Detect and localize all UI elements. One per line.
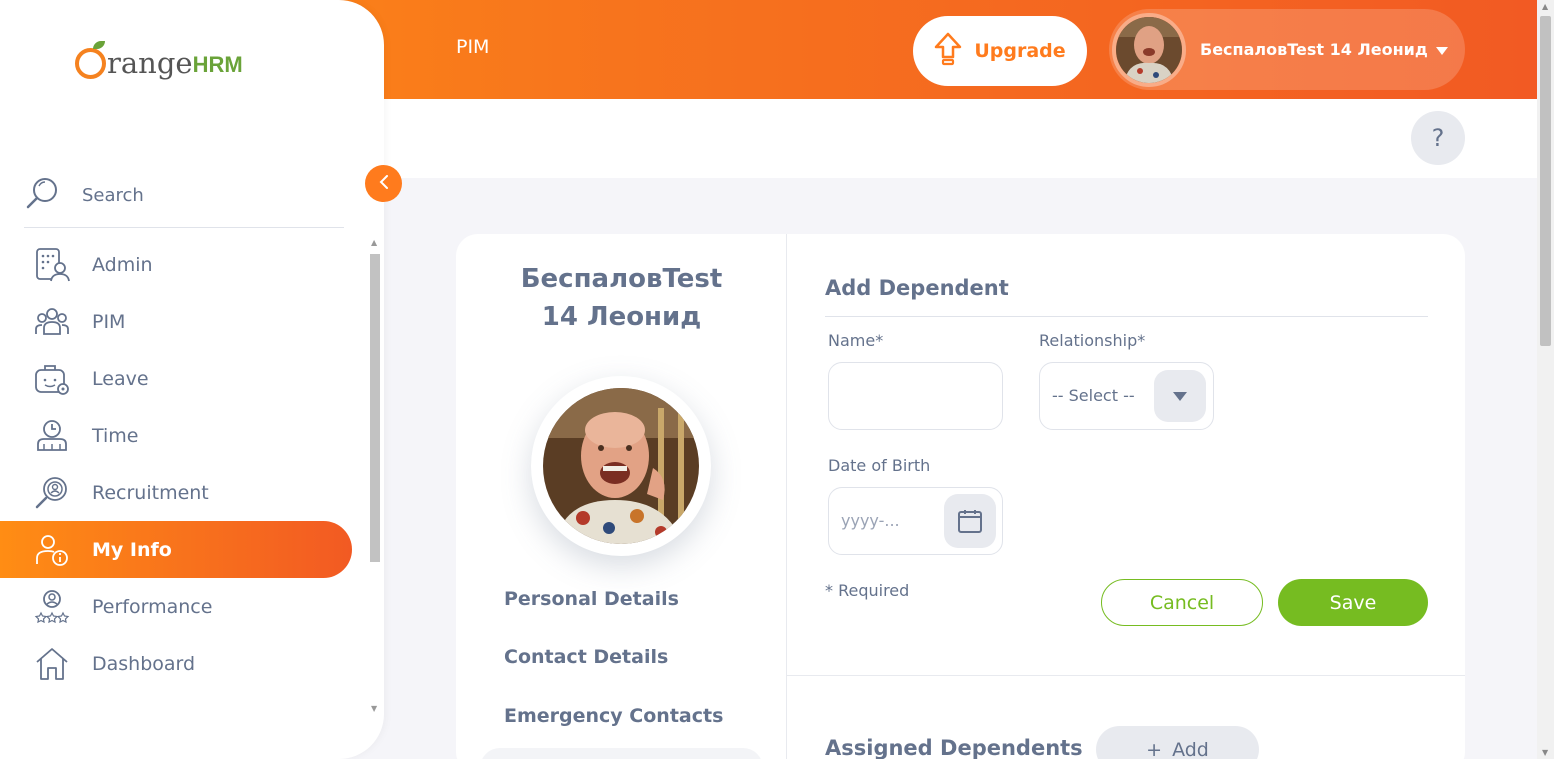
scroll-down-icon[interactable]: ▼ (1542, 748, 1548, 757)
search-label: Search (82, 185, 144, 206)
page-scroll-thumb[interactable] (1540, 16, 1551, 346)
chevron-down-icon (1435, 40, 1448, 59)
recruitment-icon (34, 475, 70, 511)
sidebar-item-label: Time (92, 424, 139, 447)
relationship-dropdown-button[interactable] (1154, 370, 1206, 422)
sidebar: range HRM Search Admin PIM Leave Time Re… (0, 0, 384, 759)
help-button[interactable]: ? (1411, 111, 1465, 165)
page-scrollbar[interactable]: ▲ ▼ (1537, 0, 1554, 759)
scroll-up-icon[interactable]: ▲ (371, 238, 377, 247)
sidebar-item-label: PIM (92, 310, 126, 333)
employee-photo-frame[interactable] (531, 376, 711, 556)
employee-profile-panel: БеспаловTest 14 Леонид Personal Details … (456, 234, 787, 759)
pim-icon (34, 304, 70, 340)
time-icon (34, 418, 70, 454)
required-note: * Required (825, 581, 910, 600)
upgrade-button[interactable]: Upgrade (913, 16, 1087, 86)
add-label: Add (1172, 738, 1209, 759)
employee-name-line2: 14 Леонид (541, 302, 702, 332)
dob-label: Date of Birth (828, 456, 931, 475)
sidebar-item-time[interactable]: Time (0, 407, 352, 464)
name-field[interactable] (828, 362, 1003, 430)
sidebar-item-label: Recruitment (92, 481, 209, 504)
tab-personal-details[interactable]: Personal Details (504, 588, 679, 610)
sidebar-item-leave[interactable]: Leave (0, 350, 352, 407)
sidebar-item-dashboard[interactable]: Dashboard (0, 635, 352, 692)
add-dependent-title: Add Dependent (825, 276, 1009, 300)
logo-wordmark: range (107, 46, 193, 80)
orangehrm-logo: range HRM (75, 41, 243, 80)
dashboard-icon (34, 646, 70, 682)
search-icon (24, 176, 60, 216)
calendar-button[interactable] (944, 494, 996, 548)
sidebar-item-pim[interactable]: PIM (0, 293, 352, 350)
module-title: PIM (456, 36, 490, 58)
caret-down-icon (1173, 391, 1187, 401)
sidebar-item-label: Performance (92, 595, 213, 618)
leave-icon (34, 361, 70, 397)
employee-name: БеспаловTest 14 Леонид (456, 260, 787, 336)
save-button[interactable]: Save (1278, 579, 1428, 626)
my-info-icon (34, 532, 70, 568)
logo-orange-o (75, 41, 106, 79)
employee-card: БеспаловTest 14 Леонид Personal Details … (456, 234, 1465, 759)
calendar-icon (958, 510, 982, 533)
user-dropdown[interactable]: БеспаловTest 14 Леонид (1109, 9, 1465, 90)
sidebar-collapse-button[interactable] (365, 165, 402, 202)
upgrade-label: Upgrade (974, 40, 1066, 62)
user-name: БеспаловTest 14 Леонид (1200, 40, 1428, 59)
relationship-label: Relationship* (1039, 331, 1146, 350)
sidebar-item-admin[interactable]: Admin (0, 236, 352, 293)
tab-contact-details[interactable]: Contact Details (504, 646, 668, 668)
relationship-select[interactable]: -- Select -- (1039, 362, 1214, 430)
section-divider (787, 675, 1465, 676)
section-divider (825, 316, 1428, 317)
sidebar-item-label: Leave (92, 367, 149, 390)
sidebar-item-performance[interactable]: Performance (0, 578, 352, 635)
scroll-down-icon[interactable]: ▼ (371, 704, 377, 713)
upgrade-arrow-icon (934, 32, 962, 70)
sidebar-item-label: Dashboard (92, 652, 196, 675)
name-label: Name* (828, 331, 884, 350)
performance-icon (34, 589, 70, 625)
employee-name-line1: БеспаловTest (520, 264, 723, 294)
sidebar-search[interactable]: Search (24, 164, 344, 228)
dependents-panel: Add Dependent Name* Relationship* -- Sel… (787, 234, 1465, 759)
sidebar-item-recruitment[interactable]: Recruitment (0, 464, 352, 521)
sidebar-item-label: Admin (92, 253, 153, 276)
dob-placeholder: yyyy-... (841, 511, 900, 530)
sidebar-scroll-thumb[interactable] (370, 254, 380, 562)
relationship-selected-value: -- Select -- (1052, 386, 1135, 405)
sidebar-item-label: My Info (92, 538, 172, 561)
logo-hrm: HRM (192, 52, 243, 77)
employee-photo[interactable] (543, 388, 699, 544)
assigned-dependents-title: Assigned Dependents (825, 736, 1083, 759)
cancel-button[interactable]: Cancel (1101, 579, 1263, 626)
admin-icon (34, 247, 70, 283)
chevron-left-icon (379, 174, 389, 193)
plus-icon: + (1146, 738, 1163, 759)
sidebar-scrollbar[interactable]: ▲ ▼ (369, 238, 381, 713)
add-dependent-button[interactable]: + Add (1096, 726, 1259, 759)
dob-field[interactable]: yyyy-... (828, 487, 1003, 555)
user-avatar (1112, 12, 1186, 87)
tab-dependents-highlight[interactable] (480, 748, 763, 759)
tab-emergency-contacts[interactable]: Emergency Contacts (504, 705, 723, 727)
scroll-up-icon[interactable]: ▲ (1542, 2, 1548, 11)
sidebar-item-my-info[interactable]: My Info (0, 521, 352, 578)
